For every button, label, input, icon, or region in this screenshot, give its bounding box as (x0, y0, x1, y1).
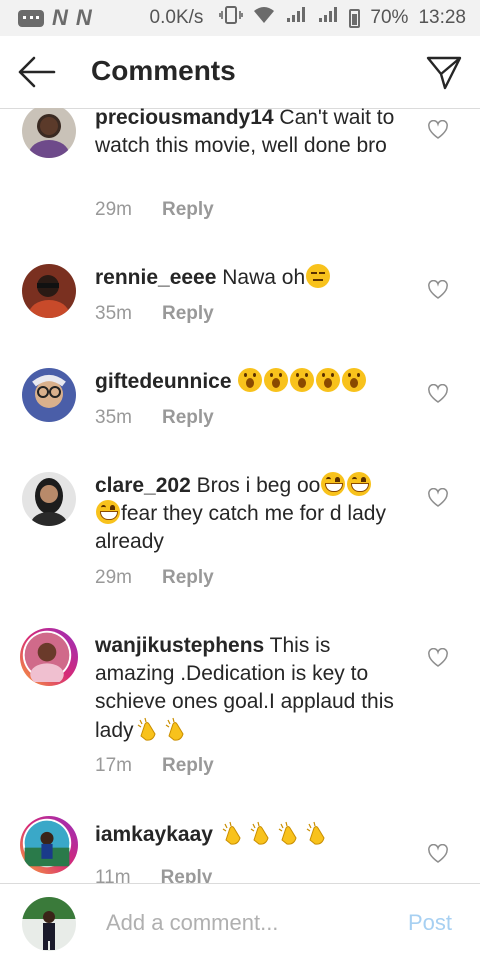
post-button[interactable]: Post (408, 910, 452, 936)
username[interactable]: giftedeunnice (95, 370, 232, 393)
comment-time: 35m (95, 407, 132, 428)
comment-body (213, 823, 219, 846)
avatar[interactable] (22, 472, 76, 526)
heart-icon[interactable] (427, 844, 449, 864)
comments-list[interactable]: preciousmandy14 Can't wait to watch this… (0, 108, 480, 883)
comment-time: 35m (95, 303, 132, 324)
comment-composer: Post (0, 883, 480, 961)
comment-text: iamkaykaay (95, 820, 395, 849)
clapping-hands-icon (306, 821, 325, 845)
username[interactable]: rennie_eeee (95, 266, 216, 289)
avatar[interactable] (22, 108, 76, 158)
story-avatar[interactable] (20, 628, 78, 686)
comment-body: Nawa oh (216, 266, 306, 289)
share-button[interactable] (424, 52, 464, 92)
astonished-emoji-icon (238, 368, 263, 392)
signal-icon (285, 6, 307, 30)
clapping-hands-icon (250, 821, 269, 845)
astonished-emoji-icon (342, 368, 367, 392)
battery-icon (349, 8, 361, 28)
heart-icon[interactable] (427, 120, 449, 140)
heart-icon[interactable] (427, 384, 449, 404)
clapping-hands-icon (278, 821, 297, 845)
username[interactable]: iamkaykaay (95, 823, 213, 846)
comment-text: clare_202 Bros i beg oo fear they catch … (95, 472, 395, 556)
astonished-emoji-icon (316, 368, 341, 392)
network-speed: 0.0K/s (149, 7, 204, 28)
reply-button[interactable]: Reply (162, 303, 214, 325)
avatar[interactable] (22, 368, 76, 422)
message-icon (18, 9, 44, 27)
comment-text: wanjikustephens This is amazing .Dedicat… (95, 632, 395, 745)
comments-header: Comments (0, 36, 480, 109)
wifi-icon (253, 6, 275, 30)
grin-emoji-icon (96, 500, 120, 524)
reply-button[interactable]: Reply (161, 867, 213, 883)
heart-icon[interactable] (427, 280, 449, 300)
comment-body: fear they catch me for d lady already (95, 502, 386, 553)
arrow-left-icon (18, 56, 56, 88)
clapping-hands-icon (137, 717, 156, 741)
n-icon: N (52, 5, 68, 30)
clock: 13:28 (418, 7, 466, 28)
comment-meta: 29m Reply (95, 567, 214, 589)
comment-text: rennie_eeee Nawa oh (95, 264, 395, 292)
reply-button[interactable]: Reply (162, 755, 214, 777)
comment-text: preciousmandy14 Can't wait to watch this… (95, 108, 395, 160)
back-button[interactable] (16, 54, 56, 90)
story-avatar[interactable] (20, 816, 78, 874)
astonished-emoji-icon (290, 368, 315, 392)
comment-body: Bros i beg oo (190, 474, 321, 497)
signal-icon (317, 6, 339, 30)
comment-time: 29m (95, 567, 132, 588)
reply-button[interactable]: Reply (162, 567, 214, 589)
comment-meta: 29m Reply (95, 199, 214, 221)
send-icon (426, 56, 462, 90)
comment-meta: 11m Reply (95, 867, 212, 883)
heart-icon[interactable] (427, 648, 449, 668)
grin-emoji-icon (321, 472, 346, 496)
reply-button[interactable]: Reply (162, 407, 214, 429)
comment-body (232, 370, 238, 393)
status-bar: N N 0.0K/s 70% 13:28 (0, 0, 480, 36)
page-title: Comments (91, 55, 236, 86)
reply-button[interactable]: Reply (162, 199, 214, 221)
comment-meta: 35m Reply (95, 407, 214, 429)
clapping-hands-icon (222, 821, 241, 845)
username[interactable]: clare_202 (95, 474, 191, 497)
comment-time: 29m (95, 199, 132, 220)
my-avatar[interactable] (22, 897, 76, 951)
comment-meta: 17m Reply (95, 755, 214, 777)
clapping-hands-icon (165, 717, 184, 741)
grin-emoji-icon (347, 472, 372, 496)
username[interactable]: wanjikustephens (95, 634, 264, 657)
comment-input[interactable] (106, 906, 386, 940)
astonished-emoji-icon (264, 368, 289, 392)
vibrate-icon (219, 5, 244, 31)
comment-text: giftedeunnice (95, 368, 395, 396)
comment-time: 11m (95, 867, 131, 883)
comment-time: 17m (95, 755, 132, 776)
pensive-emoji-icon (306, 264, 331, 288)
avatar[interactable] (22, 264, 76, 318)
battery-percent: 70% (370, 7, 409, 28)
comment-meta: 35m Reply (95, 303, 214, 325)
username[interactable]: preciousmandy14 (95, 108, 274, 129)
heart-icon[interactable] (427, 488, 449, 508)
n-icon: N (75, 5, 92, 30)
